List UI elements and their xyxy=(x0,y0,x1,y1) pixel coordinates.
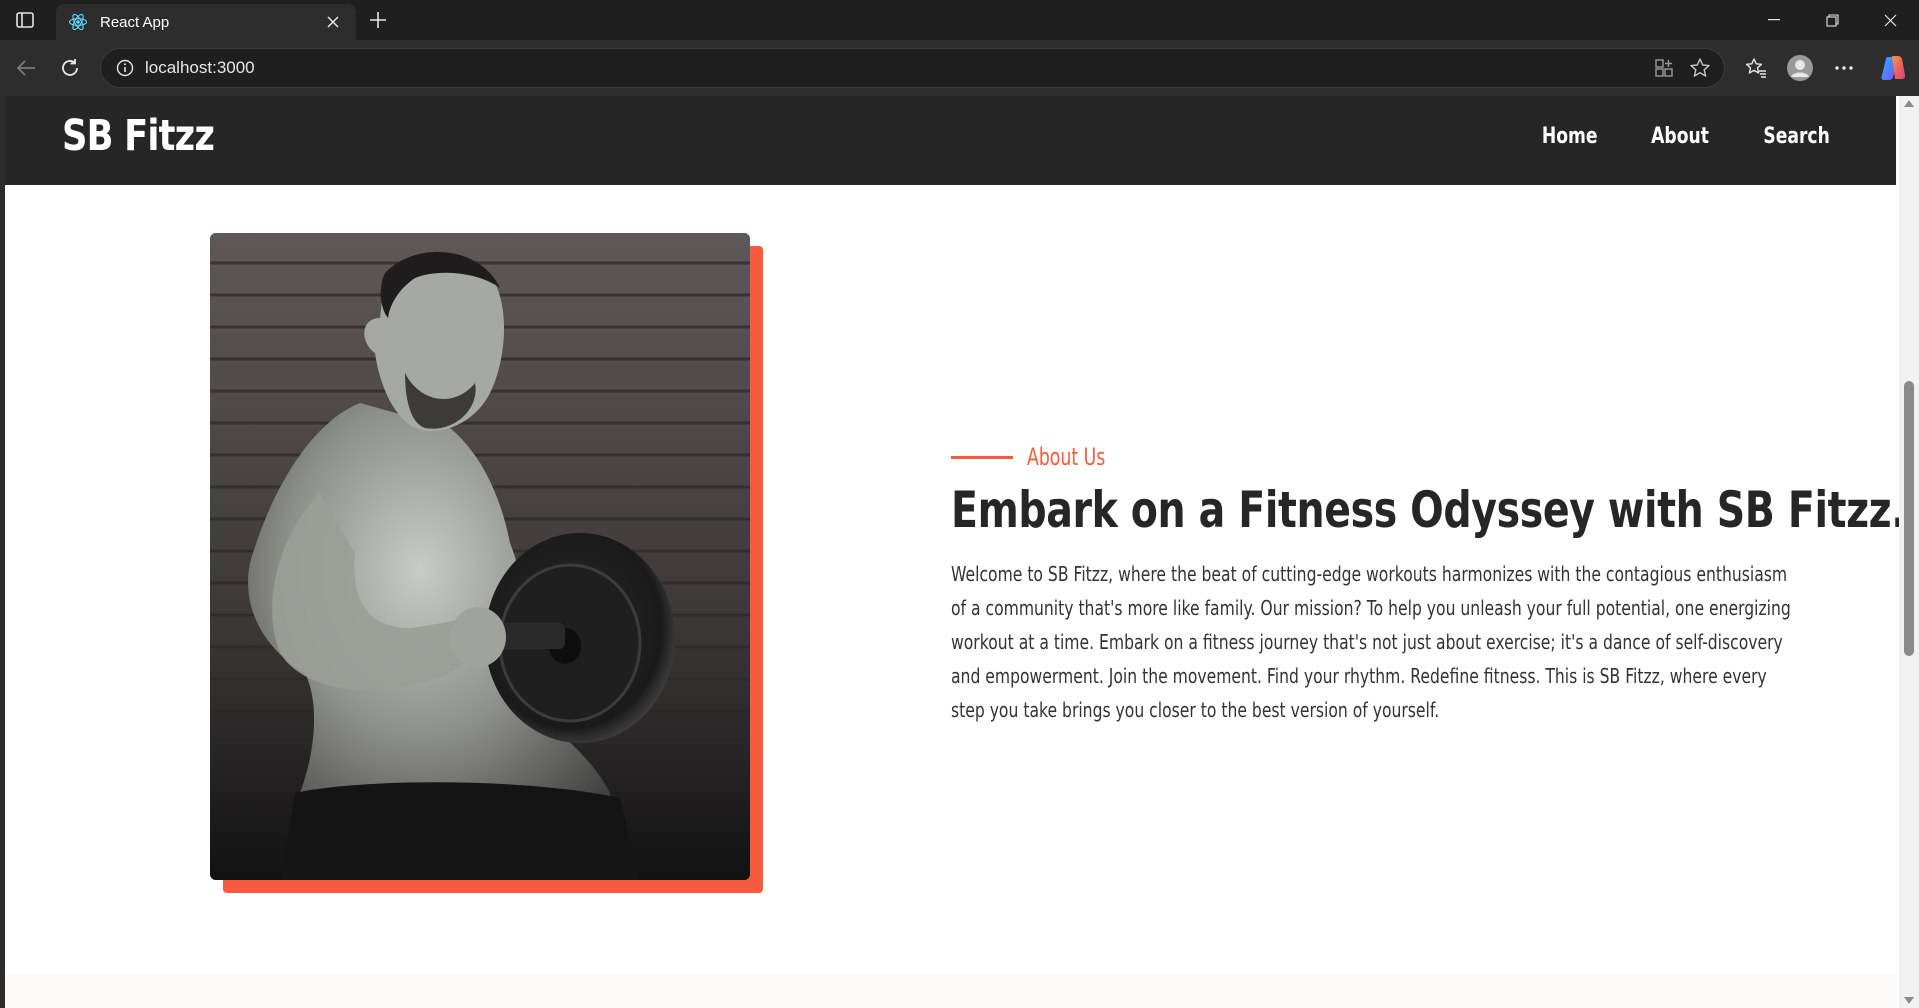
browser-toolbar: localhost:3000 xyxy=(0,40,1919,96)
about-description: Welcome to SB Fitzz, where the beat of c… xyxy=(951,562,1791,722)
address-bar[interactable]: localhost:3000 xyxy=(100,48,1725,88)
scroll-down-icon[interactable] xyxy=(1904,997,1914,1004)
close-tab-icon[interactable] xyxy=(322,11,344,33)
url-text: localhost:3000 xyxy=(145,58,255,77)
back-icon[interactable] xyxy=(10,52,42,84)
eyebrow-accent-line xyxy=(951,455,1013,459)
more-options-icon[interactable] xyxy=(1828,52,1860,84)
nav-search-link[interactable]: Search xyxy=(1763,124,1829,149)
about-eyebrow: About Us xyxy=(951,443,1136,471)
nav-about-link[interactable]: About xyxy=(1651,124,1709,149)
scroll-up-icon[interactable] xyxy=(1904,100,1914,107)
next-section-top xyxy=(5,973,1896,1008)
page-scrollbar[interactable] xyxy=(1899,96,1919,1008)
copilot-icon[interactable] xyxy=(1877,52,1909,84)
site-header: SB Fitzz Home About Search xyxy=(5,96,1896,185)
favorite-star-icon[interactable] xyxy=(1682,50,1718,86)
about-headline: Embark on a Fitness Odyssey with SB Fitz… xyxy=(951,481,1919,539)
close-window-icon[interactable] xyxy=(1861,0,1919,40)
site-info-icon[interactable] xyxy=(113,56,137,80)
favorites-icon[interactable] xyxy=(1740,52,1772,84)
app-available-icon[interactable] xyxy=(1646,50,1682,86)
main-nav: Home About Search xyxy=(1534,124,1839,149)
eyebrow-label: About Us xyxy=(1027,443,1106,471)
page-viewport: SB Fitzz Home About Search About Us Emba… xyxy=(0,96,1919,1008)
browser-tab[interactable]: React App xyxy=(56,4,356,40)
about-section: About Us Embark on a Fitness Odyssey wit… xyxy=(5,185,1919,965)
tab-title: React App xyxy=(100,13,170,31)
scrollbar-thumb[interactable] xyxy=(1904,381,1914,656)
minimize-icon[interactable] xyxy=(1745,0,1803,40)
restore-icon[interactable] xyxy=(1803,0,1861,40)
nav-home-link[interactable]: Home xyxy=(1542,124,1598,149)
browser-tabbar: React App xyxy=(0,0,1919,40)
tab-actions-icon[interactable] xyxy=(12,8,38,32)
site-logo[interactable]: SB Fitzz xyxy=(62,111,215,161)
profile-avatar-icon[interactable] xyxy=(1784,52,1816,84)
react-icon xyxy=(68,12,88,32)
reload-icon[interactable] xyxy=(54,52,86,84)
about-hero-image xyxy=(210,233,750,880)
new-tab-button[interactable] xyxy=(364,6,392,34)
